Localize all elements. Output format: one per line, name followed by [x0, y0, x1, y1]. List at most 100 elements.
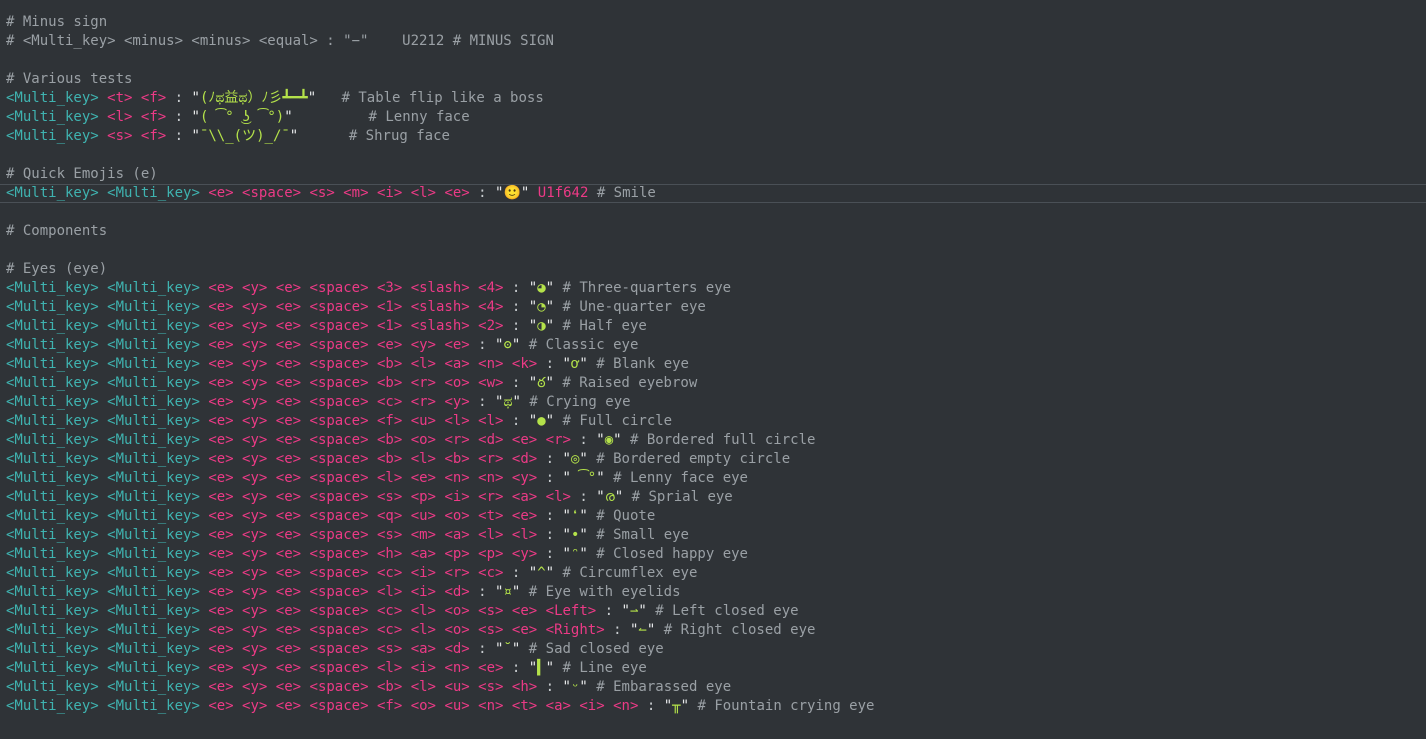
inline-comment: # Une-quarter eye [562, 299, 706, 315]
key-token: <Multi_key> [6, 318, 99, 334]
key-token: <e> [275, 698, 302, 714]
code-line[interactable]: <Multi_key> <Multi_key> <e> <y> <e> <spa… [6, 564, 1426, 583]
key-token: <y> [242, 546, 268, 562]
key-token: <l> [376, 660, 403, 676]
code-line[interactable]: <Multi_key> <Multi_key> <e> <y> <e> <spa… [6, 450, 1426, 469]
code-line[interactable]: <Multi_key> <t> <f> : "(ﾉಥ益ಥ）ﾉ彡┻━┻" # Ta… [6, 89, 1426, 108]
key-token: <space> [309, 413, 369, 429]
code-line[interactable]: <Multi_key> <s> <f> : "¯\\_(ツ)_/¯" # Shr… [6, 127, 1426, 146]
code-line[interactable]: # Eyes (eye) [6, 260, 1426, 279]
colon: : [478, 394, 487, 410]
key-token: <c> [376, 603, 403, 619]
string-quote: " [511, 641, 521, 657]
inline-comment: # Left closed eye [655, 603, 799, 619]
key-token: <w> [478, 375, 504, 391]
key-token: <n> [478, 356, 504, 372]
code-line[interactable]: <Multi_key> <Multi_key> <e> <y> <e> <spa… [6, 678, 1426, 697]
code-line[interactable] [6, 241, 1426, 260]
output-string: ಥ [503, 394, 513, 410]
code-line[interactable]: <Multi_key> <Multi_key> <e> <y> <e> <spa… [6, 640, 1426, 659]
key-token: <y> [242, 318, 268, 334]
key-token: <2> [478, 318, 504, 334]
code-line[interactable]: # Various tests [6, 70, 1426, 89]
code-line[interactable]: <Multi_key> <Multi_key> <e> <y> <e> <spa… [6, 583, 1426, 602]
key-token: <o> [410, 432, 436, 448]
key-token: <r> [410, 394, 436, 410]
code-line[interactable]: # Quick Emojis (e) [6, 165, 1426, 184]
text-editor[interactable]: # Minus sign # <Multi_key> <minus> <minus… [0, 0, 1426, 739]
string-quote: " [579, 546, 588, 562]
code-line[interactable]: <Multi_key> <Multi_key> <e> <y> <e> <spa… [6, 697, 1426, 716]
key-token: <e> [208, 413, 234, 429]
string-quote: " [596, 432, 605, 448]
key-token: <y> [242, 432, 268, 448]
key-token: <e> [275, 413, 302, 429]
string-quote: " [545, 318, 555, 334]
output-string: ¯\\_(ツ)_/¯ [199, 128, 290, 144]
code-line[interactable]: # Minus sign [6, 13, 1426, 32]
code-line[interactable]: <Multi_key> <Multi_key> <e> <y> <e> <spa… [6, 526, 1426, 545]
inline-comment: # Full circle [562, 413, 673, 429]
code-line[interactable]: <Multi_key> <Multi_key> <e> <y> <e> <spa… [6, 393, 1426, 412]
key-token: <s> [376, 527, 403, 543]
key-token: <e> [275, 660, 302, 676]
code-line[interactable]: <Multi_key> <Multi_key> <e> <y> <e> <spa… [6, 298, 1426, 317]
colon: : [174, 90, 184, 106]
string-quote: " [562, 508, 571, 524]
key-token: <o> [410, 698, 436, 714]
code-line[interactable]: <Multi_key> <Multi_key> <e> <y> <e> <spa… [6, 336, 1426, 355]
code-line[interactable]: <Multi_key> <l> <f> : "( ͡° ͜ʖ ͡°)" # Le… [6, 108, 1426, 127]
key-token: <y> [410, 337, 436, 353]
code-line[interactable]: <Multi_key> <Multi_key> <e> <y> <e> <spa… [6, 659, 1426, 678]
key-token: <Multi_key> [107, 394, 200, 410]
key-token: <e> [275, 489, 302, 505]
string-quote: " [545, 565, 555, 581]
key-token: <space> [309, 546, 369, 562]
key-token: <u> [410, 413, 436, 429]
code-line[interactable]: <Multi_key> <Multi_key> <e> <y> <e> <spa… [6, 488, 1426, 507]
string-quote: " [596, 470, 605, 486]
key-token: <e> [208, 185, 234, 201]
key-token: <r> [478, 451, 504, 467]
key-token: <1> [376, 299, 403, 315]
output-string: ↼ [638, 622, 647, 638]
key-token: <b> [376, 432, 403, 448]
key-token: <a> [410, 546, 436, 562]
key-token: <space> [309, 698, 369, 714]
code-line[interactable]: # <Multi_key> <minus> <minus> <equal> : … [6, 32, 1426, 51]
code-line[interactable]: <Multi_key> <Multi_key> <e> <y> <e> <spa… [6, 602, 1426, 621]
code-line[interactable] [6, 51, 1426, 70]
colon: : [545, 470, 555, 486]
key-token: <e> [275, 508, 302, 524]
output-string: ▍ [537, 660, 546, 676]
key-token: <s> [376, 641, 403, 657]
current-line[interactable]: <Multi_key> <Multi_key> <e> <space> <s> … [0, 184, 1426, 203]
code-line[interactable]: <Multi_key> <Multi_key> <e> <y> <e> <spa… [6, 317, 1426, 336]
colon: : [478, 584, 487, 600]
key-token: <space> [309, 375, 369, 391]
code-line[interactable]: <Multi_key> <Multi_key> <e> <y> <e> <spa… [6, 412, 1426, 431]
code-line[interactable]: <Multi_key> <Multi_key> <e> <y> <e> <spa… [6, 374, 1426, 393]
code-line[interactable] [6, 146, 1426, 165]
inline-comment: # Bordered empty circle [596, 451, 791, 467]
key-token: <f> [140, 109, 167, 125]
code-line[interactable]: <Multi_key> <Multi_key> <e> <y> <e> <spa… [6, 355, 1426, 374]
key-token: <l> [410, 679, 436, 695]
key-token: <Multi_key> [6, 451, 99, 467]
key-token: <r> [410, 375, 436, 391]
code-line[interactable]: <Multi_key> <Multi_key> <e> <y> <e> <spa… [6, 469, 1426, 488]
key-token: <Multi_key> [6, 337, 99, 353]
code-line[interactable]: # Components [6, 222, 1426, 241]
key-token: <n> [444, 470, 470, 486]
key-token: <y> [242, 584, 268, 600]
inline-comment: # Shrug face [306, 128, 450, 144]
code-line[interactable]: <Multi_key> <Multi_key> <e> <y> <e> <spa… [6, 621, 1426, 640]
string-quote: " [307, 90, 317, 106]
code-line[interactable]: <Multi_key> <Multi_key> <e> <y> <e> <spa… [6, 545, 1426, 564]
key-token: <slash> [410, 280, 470, 296]
key-token: <Multi_key> [107, 413, 200, 429]
code-line[interactable]: <Multi_key> <Multi_key> <e> <y> <e> <spa… [6, 507, 1426, 526]
code-line[interactable] [6, 203, 1426, 222]
code-line[interactable]: <Multi_key> <Multi_key> <e> <y> <e> <spa… [6, 279, 1426, 298]
code-line[interactable]: <Multi_key> <Multi_key> <e> <y> <e> <spa… [6, 431, 1426, 450]
